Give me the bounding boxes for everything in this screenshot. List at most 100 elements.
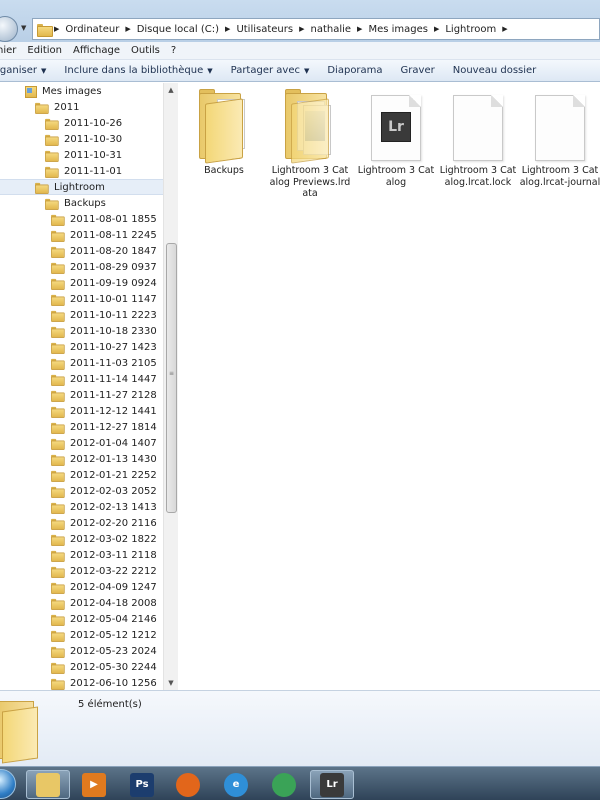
scroll-up-arrow-icon[interactable]: ▲ [164, 83, 178, 97]
organize-label: rganiser [0, 65, 38, 76]
folder-icon [51, 310, 65, 322]
include-in-library-button[interactable]: Inclure dans la bibliothèque ▼ [64, 65, 212, 76]
tree-item-label: 2012-05-23 2024 [70, 645, 157, 657]
scroll-thumb[interactable]: ≡ [166, 243, 177, 513]
folder-icon [51, 598, 65, 610]
slideshow-button[interactable]: Diaporama [327, 65, 382, 76]
tree-item[interactable]: 2011-11-14 1447 [0, 371, 163, 387]
taskbar-firefox-button[interactable] [166, 770, 210, 799]
breadcrumb-users[interactable]: Utilisateurs [236, 24, 293, 35]
tree-item-label: 2012-01-04 1407 [70, 437, 157, 449]
tree-item[interactable]: 2012-02-03 2052 [0, 483, 163, 499]
file-item-lock[interactable]: Lightroom 3 Catalog.lrcat.lock [437, 89, 519, 188]
tree-item[interactable]: 2011-11-03 2105 [0, 355, 163, 371]
tree-item-label: 2011-11-03 2105 [70, 357, 157, 369]
tree-item-label: 2012-03-11 2118 [70, 549, 157, 561]
tree-item[interactable]: 2011-08-01 1855 [0, 211, 163, 227]
tree-item[interactable]: 2011-11-27 2128 [0, 387, 163, 403]
tree-item[interactable]: 2011-12-12 1441 [0, 403, 163, 419]
tree-item[interactable]: 2011-10-11 2223 [0, 307, 163, 323]
tree-item[interactable]: 2011-11-01 [0, 163, 163, 179]
breadcrumb-computer[interactable]: Ordinateur [65, 24, 119, 35]
chevron-right-icon[interactable]: ▶ [357, 25, 362, 33]
chevron-right-icon[interactable]: ▶ [434, 25, 439, 33]
blank-file-icon [535, 95, 585, 161]
tree-item[interactable]: 2011 [0, 99, 163, 115]
tree-item[interactable]: 2012-04-09 1247 [0, 579, 163, 595]
tree-item-label: Lightroom [54, 181, 105, 193]
taskbar-lightroom-button[interactable]: Lr [310, 770, 354, 799]
tree-item[interactable]: 2012-03-11 2118 [0, 547, 163, 563]
folder-icon [51, 406, 65, 418]
tree-item[interactable]: 2012-02-13 1413 [0, 499, 163, 515]
tree-item[interactable]: 2012-03-02 1822 [0, 531, 163, 547]
tree-item[interactable]: 2012-05-12 1212 [0, 627, 163, 643]
start-button[interactable] [0, 769, 16, 799]
menu-help[interactable]: ? [171, 45, 176, 56]
taskbar-chrome-button[interactable] [262, 770, 306, 799]
tree-item[interactable]: 2011-10-26 [0, 115, 163, 131]
history-dropdown-icon[interactable]: ▼ [21, 24, 26, 32]
tree-item[interactable]: 2011-09-19 0924 [0, 275, 163, 291]
breadcrumb[interactable]: ▶ Ordinateur ▶ Disque local (C:) ▶ Utili… [32, 18, 600, 40]
tree-item[interactable]: 2012-05-30 2244 [0, 659, 163, 675]
tree-item[interactable]: Lightroom [0, 179, 163, 195]
taskbar-media-player-button[interactable]: ▶ [72, 770, 116, 799]
tree-item[interactable]: 2011-08-29 0937 [0, 259, 163, 275]
breadcrumb-nathalie[interactable]: nathalie [310, 24, 351, 35]
navigation-scrollbar[interactable]: ▲ ≡ ▼ [163, 83, 178, 690]
chevron-down-icon: ▼ [207, 67, 213, 75]
menu-edit[interactable]: Edition [27, 45, 62, 56]
chevron-right-icon[interactable]: ▶ [225, 25, 230, 33]
menu-tools[interactable]: Outils [131, 45, 160, 56]
burn-button[interactable]: Graver [401, 65, 435, 76]
back-button[interactable] [0, 16, 18, 42]
tree-item[interactable]: 2011-10-18 2330 [0, 323, 163, 339]
tree-item[interactable]: 2012-01-21 2252 [0, 467, 163, 483]
tree-item[interactable]: 2012-01-13 1430 [0, 451, 163, 467]
taskbar-explorer-button[interactable] [26, 770, 70, 799]
tree-item[interactable]: 2011-08-11 2245 [0, 227, 163, 243]
command-bar: rganiser ▼ Inclure dans la bibliothèque ▼ … [0, 60, 600, 82]
tree-item[interactable]: 2012-02-20 2116 [0, 515, 163, 531]
tree-item[interactable]: 2012-05-04 2146 [0, 611, 163, 627]
menu-file[interactable]: hier [0, 45, 16, 56]
new-folder-button[interactable]: Nouveau dossier [453, 65, 537, 76]
breadcrumb-lightroom[interactable]: Lightroom [445, 24, 496, 35]
item-count: 5 élément(s) [78, 699, 142, 710]
tree-item[interactable]: 2012-04-18 2008 [0, 595, 163, 611]
tree-item-label: 2012-04-09 1247 [70, 581, 157, 593]
tree-item[interactable]: 2011-10-01 1147 [0, 291, 163, 307]
tree-item[interactable]: Mes images [0, 83, 163, 99]
chevron-right-icon[interactable]: ▶ [299, 25, 304, 33]
scroll-down-arrow-icon[interactable]: ▼ [164, 676, 178, 690]
tree-item[interactable]: 2011-10-30 [0, 131, 163, 147]
file-item-journal[interactable]: Lightroom 3 Catalog.lrcat-journal [519, 89, 600, 188]
file-item-backups[interactable]: Backups [183, 89, 265, 177]
breadcrumb-my-pictures[interactable]: Mes images [368, 24, 428, 35]
tree-item[interactable]: 2012-05-23 2024 [0, 643, 163, 659]
tree-item-label: 2011-11-27 2128 [70, 389, 157, 401]
file-item-previews[interactable]: Lightroom 3 Catalog Previews.lrdata [269, 89, 351, 200]
tree-item[interactable]: 2012-03-22 2212 [0, 563, 163, 579]
breadcrumb-local-disk[interactable]: Disque local (C:) [137, 24, 219, 35]
tree-item[interactable]: 2012-01-04 1407 [0, 435, 163, 451]
organize-button[interactable]: rganiser ▼ [0, 65, 46, 76]
tree-item[interactable]: 2011-12-27 1814 [0, 419, 163, 435]
chevron-right-icon[interactable]: ▶ [125, 25, 130, 33]
tree-item[interactable]: Backups [0, 195, 163, 211]
taskbar-photoshop-button[interactable]: Ps [120, 770, 164, 799]
tree-item[interactable]: 2011-10-27 1423 [0, 339, 163, 355]
menu-bar: hier Edition Affichage Outils ? [0, 42, 600, 60]
folder-icon [51, 214, 65, 226]
tree-item[interactable]: 2011-08-20 1847 [0, 243, 163, 259]
taskbar-internet-explorer-button[interactable]: e [214, 770, 258, 799]
explorer-icon [36, 772, 60, 797]
tree-item[interactable]: 2011-10-31 [0, 147, 163, 163]
file-item-catalog[interactable]: Lr Lightroom 3 Catalog [355, 89, 437, 188]
tree-item[interactable]: 2012-06-10 1256 [0, 675, 163, 690]
chevron-right-icon[interactable]: ▶ [502, 25, 507, 33]
share-with-button[interactable]: Partager avec ▼ [231, 65, 310, 76]
chevron-right-icon[interactable]: ▶ [54, 25, 59, 33]
menu-view[interactable]: Affichage [73, 45, 120, 56]
